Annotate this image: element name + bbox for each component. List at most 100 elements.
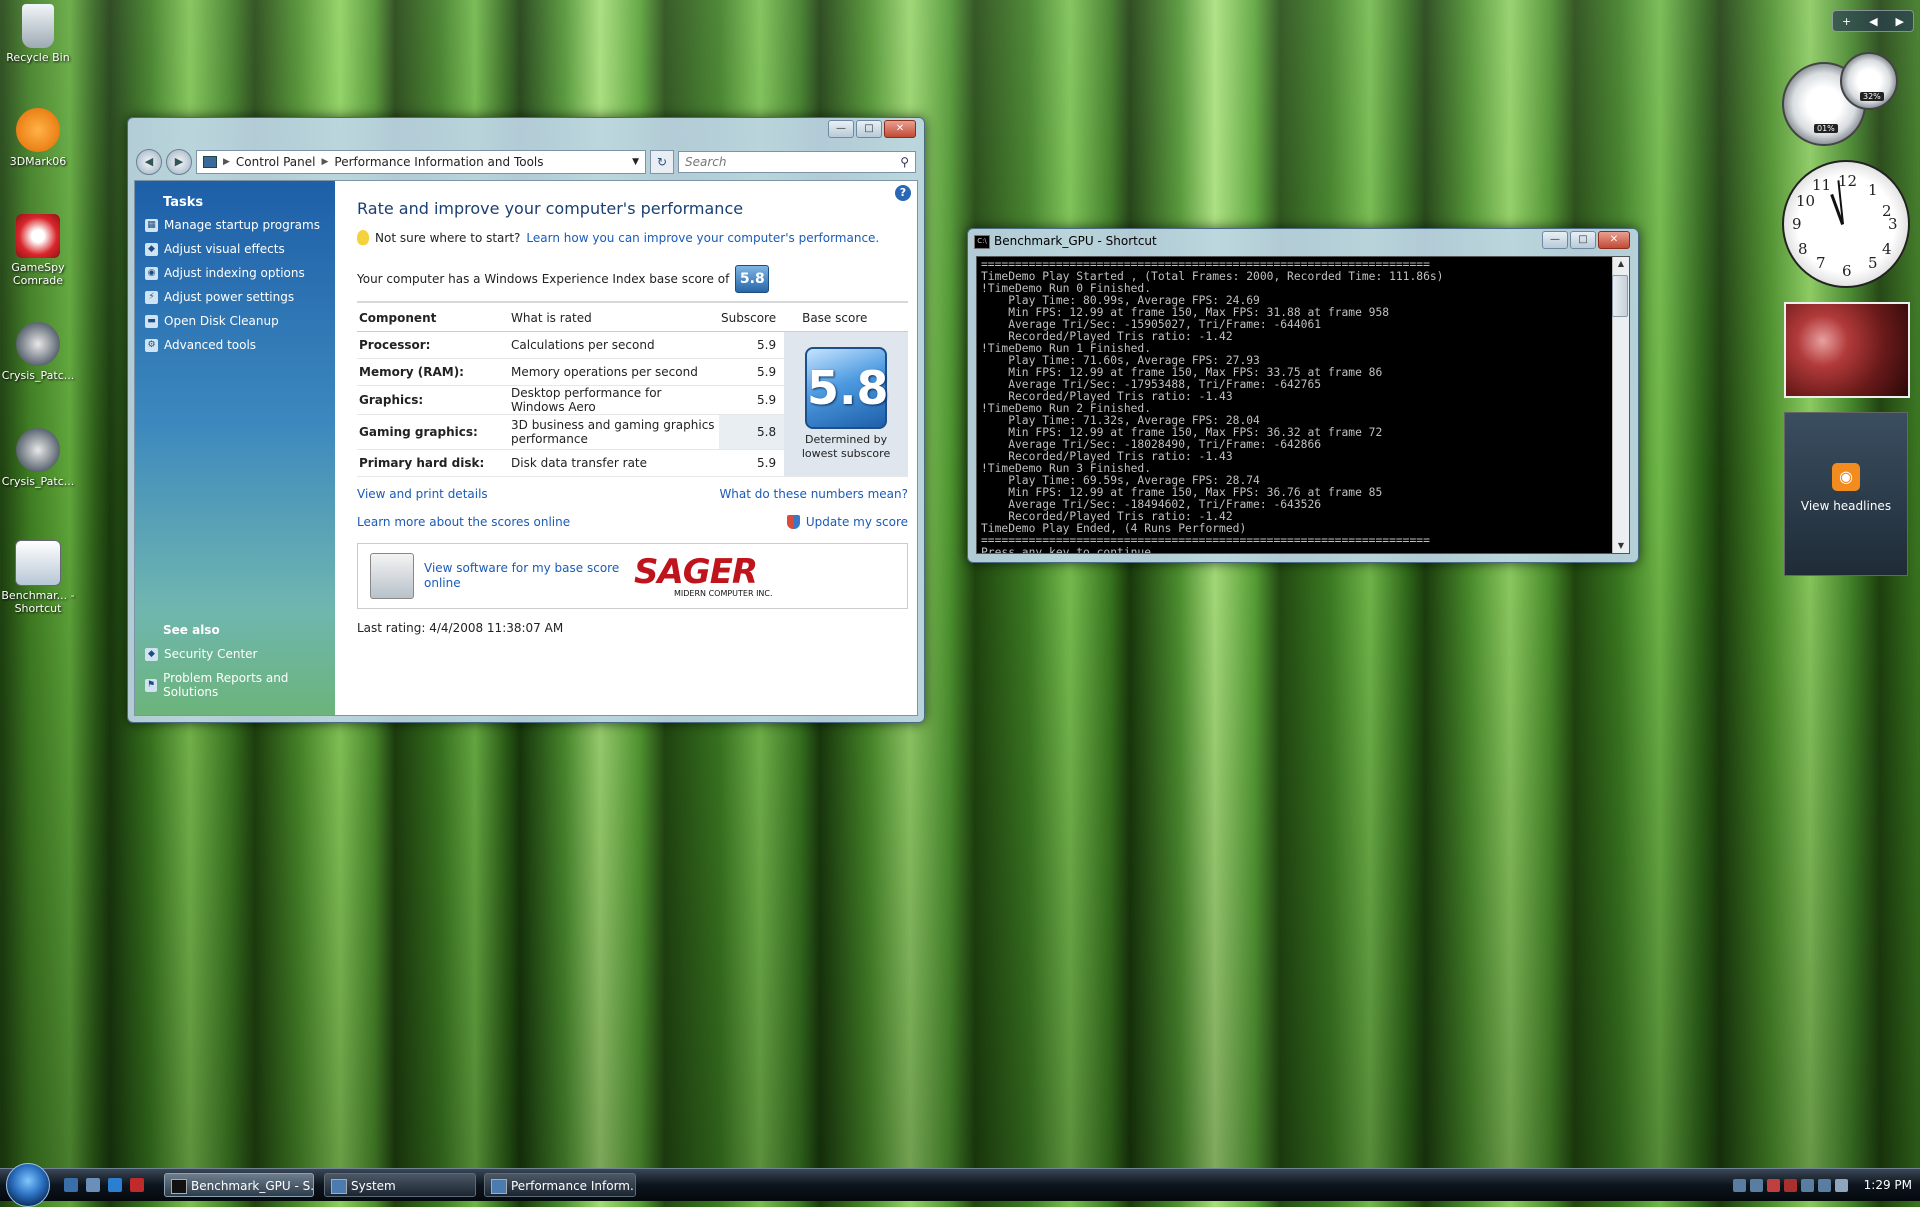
improve-performance-link[interactable]: Learn how you can improve your computer'…: [526, 231, 879, 245]
taskbar-button-benchmark[interactable]: Benchmark_GPU - S...: [164, 1173, 314, 1197]
show-desktop-icon[interactable]: [64, 1178, 78, 1192]
quick-launch-app-icon[interactable]: [130, 1178, 144, 1192]
back-button[interactable]: ◀: [136, 149, 162, 175]
table-row: Processor: Calculations per second 5.9 5…: [357, 331, 908, 477]
maximize-button[interactable]: □: [856, 120, 882, 138]
what-numbers-mean-link[interactable]: What do these numbers mean?: [719, 487, 908, 501]
header-base-score: Base score: [784, 302, 908, 332]
clock-number: 8: [1798, 240, 1808, 258]
window-content: Tasks ▦ Manage startup programs ◆ Adjust v…: [134, 180, 918, 716]
task-manage-startup[interactable]: ▦ Manage startup programs: [145, 218, 335, 232]
previous-icon[interactable]: ◀: [1869, 15, 1877, 28]
tray-volume-icon[interactable]: [1834, 1178, 1848, 1192]
close-button[interactable]: ✕: [884, 120, 916, 138]
task-indexing-options[interactable]: ◉ Adjust indexing options: [145, 266, 335, 280]
taskbar-button-system[interactable]: System: [324, 1173, 476, 1197]
search-input[interactable]: Search ⚲: [678, 151, 916, 173]
desktop-icon-crysis-1[interactable]: Crysis_Patc...: [0, 322, 76, 382]
start-button[interactable]: [6, 1163, 50, 1207]
learn-more-link[interactable]: Learn more about the scores online: [357, 515, 570, 529]
tip-text: Not sure where to start?: [375, 230, 521, 245]
desktop-icon-3dmark[interactable]: 3DMark06: [0, 108, 76, 168]
task-advanced-tools[interactable]: ⚙ Advanced tools: [145, 338, 335, 352]
header-component: Component: [357, 302, 509, 332]
recycle-bin-icon: [22, 4, 54, 48]
console-output-area[interactable]: ========================================…: [976, 256, 1630, 554]
chevron-right-icon: ▶: [223, 157, 230, 167]
view-print-details-link[interactable]: View and print details: [357, 487, 488, 501]
minimize-button[interactable]: —: [828, 120, 854, 138]
clock-gadget[interactable]: 12 1 2 3 4 5 6 7 8 9 10 11: [1782, 160, 1910, 288]
refresh-button[interactable]: ↻: [650, 150, 674, 174]
console-maximize-button[interactable]: □: [1570, 231, 1596, 249]
switch-windows-icon[interactable]: [86, 1178, 100, 1192]
tray-network-icon[interactable]: [1732, 1178, 1746, 1192]
breadcrumb-performance[interactable]: Performance Information and Tools: [334, 155, 543, 169]
row-what: 3D business and gaming graphics performa…: [509, 414, 719, 450]
console-window[interactable]: C:\ Benchmark_GPU - Shortcut — □ ✕ =====…: [967, 228, 1639, 563]
taskbar-button-performance[interactable]: Performance Inform...: [484, 1173, 636, 1197]
row-subscore: 5.9: [719, 331, 785, 359]
add-gadget-icon[interactable]: +: [1842, 15, 1851, 28]
tray-connection-icon[interactable]: [1817, 1178, 1831, 1192]
tray-security-icon[interactable]: [1783, 1178, 1797, 1192]
clock-number: 1: [1868, 181, 1878, 199]
clock-number: 11: [1812, 176, 1832, 194]
see-also-security-center[interactable]: ◆ Security Center: [145, 647, 335, 661]
next-icon[interactable]: ▶: [1896, 15, 1904, 28]
row-subscore: 5.9: [719, 449, 785, 477]
control-panel-icon: [203, 156, 217, 168]
scroll-up-arrow-icon[interactable]: ▲: [1614, 257, 1628, 271]
row-what: Desktop performance for Windows Aero: [509, 385, 719, 415]
memory-meter-gadget[interactable]: 32%: [1840, 52, 1898, 110]
task-pane: Tasks ▦ Manage startup programs ◆ Adjust v…: [135, 181, 335, 715]
view-software-link[interactable]: View software for my base score online: [424, 561, 624, 591]
console-scrollbar[interactable]: ▲ ▼: [1612, 257, 1629, 553]
tray-app-icon[interactable]: [1749, 1178, 1763, 1192]
desktop-icon-recycle-bin[interactable]: Recycle Bin: [0, 4, 76, 64]
console-close-button[interactable]: ✕: [1598, 231, 1630, 249]
console-caption-buttons: — □ ✕: [1542, 231, 1630, 249]
taskbar-clock[interactable]: 1:29 PM: [1864, 1178, 1912, 1192]
see-also-problem-reports[interactable]: ⚑ Problem Reports and Solutions: [145, 671, 335, 699]
gamespy-icon: [16, 214, 60, 258]
clock-number: 12: [1838, 172, 1858, 190]
row-component: Processor:: [357, 331, 509, 359]
scores-table: Component What is rated Subscore Base sc…: [357, 301, 908, 477]
scroll-down-arrow-icon[interactable]: ▼: [1614, 539, 1628, 553]
view-headlines-link[interactable]: View headlines: [1785, 499, 1907, 513]
performance-window[interactable]: — □ ✕ ◀ ▶ ▶ Control Panel ▶ Performance …: [127, 117, 925, 723]
slideshow-gadget[interactable]: [1784, 302, 1910, 398]
scrollbar-thumb[interactable]: [1612, 275, 1628, 317]
lightbulb-icon: [357, 230, 369, 245]
feed-headlines-gadget[interactable]: ◉ View headlines: [1784, 412, 1908, 576]
desktop-icon-benchmark[interactable]: Benchmar... - Shortcut: [0, 540, 76, 615]
clock-number: 4: [1882, 240, 1892, 258]
desktop-icon-gamespy[interactable]: GameSpy Comrade: [0, 214, 76, 287]
console-line: Press any key to continue . . .: [981, 546, 1192, 554]
console-minimize-button[interactable]: —: [1542, 231, 1568, 249]
address-bar[interactable]: ▶ Control Panel ▶ Performance Informatio…: [196, 150, 646, 174]
update-my-score-link[interactable]: Update my score: [806, 515, 908, 529]
task-visual-effects[interactable]: ◆ Adjust visual effects: [145, 242, 335, 256]
row-what: Memory operations per second: [509, 358, 719, 386]
sidebar-controls: + ◀ ▶: [1832, 10, 1914, 32]
system-icon: [331, 1179, 347, 1194]
chevron-down-icon[interactable]: ▼: [632, 157, 639, 167]
oem-software-box: View software for my base score online S…: [357, 543, 908, 609]
search-placeholder: Search: [685, 155, 727, 169]
row-component: Graphics:: [357, 385, 509, 415]
internet-explorer-icon[interactable]: [108, 1178, 122, 1192]
help-icon[interactable]: ?: [895, 185, 911, 201]
clock-number: 7: [1816, 254, 1826, 272]
clock-number: 10: [1796, 192, 1816, 210]
uac-shield-icon: [786, 515, 800, 529]
memory-meter-value: 32%: [1860, 92, 1884, 101]
forward-button[interactable]: ▶: [166, 149, 192, 175]
breadcrumb-control-panel[interactable]: Control Panel: [236, 155, 316, 169]
tray-power-icon[interactable]: [1800, 1178, 1814, 1192]
task-disk-cleanup[interactable]: ▬ Open Disk Cleanup: [145, 314, 335, 328]
desktop-icon-crysis-2[interactable]: Crysis_Patc...: [0, 428, 76, 488]
task-power-settings[interactable]: ⚡ Adjust power settings: [145, 290, 335, 304]
tray-alert-icon[interactable]: [1766, 1178, 1780, 1192]
